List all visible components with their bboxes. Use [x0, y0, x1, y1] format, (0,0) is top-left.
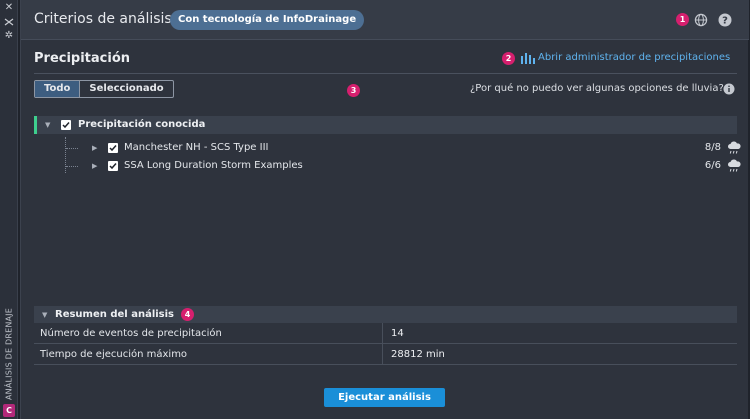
chevron-right-icon[interactable]: ▶ [92, 143, 97, 153]
item-label: Manchester NH - SCS Type III [124, 142, 269, 153]
summary-row: Tiempo de ejecución máximo 28812 min [34, 344, 737, 365]
chevron-down-icon[interactable]: ▼ [45, 120, 50, 130]
why-rain-options-help-text: ¿Por qué no puedo ver algunas opciones d… [470, 83, 724, 94]
tree-group-label: Precipitación conocida [78, 119, 206, 130]
summary-title: Resumen del análisis [55, 309, 175, 320]
settings-icon[interactable]: ✲ [3, 30, 15, 42]
analysis-criteria-panel: Criterios de análisis Con tecnología de … [20, 0, 749, 419]
summary-value: 28812 min [391, 349, 445, 360]
summary-key: Número de eventos de precipitación [40, 328, 222, 339]
section-title: Precipitación [34, 51, 131, 66]
callout-marker-4: 4 [181, 308, 194, 321]
summary-key: Tiempo de ejecución máximo [40, 349, 188, 360]
callout-marker-1: 1 [676, 13, 689, 26]
app-badge[interactable]: C [3, 404, 15, 417]
callout-marker-2: 2 [502, 52, 515, 65]
list-item[interactable]: ▶ Manchester NH - SCS Type III 8/8 [34, 139, 741, 157]
item-count: 6/6 [704, 160, 721, 171]
item-count: 8/8 [704, 142, 721, 153]
list-item[interactable]: ▶ SSA Long Duration Storm Examples 6/6 [34, 157, 741, 175]
info-icon[interactable] [723, 83, 735, 95]
open-precipitation-manager-link[interactable]: Abrir administrador de precipitaciones [538, 52, 730, 63]
svg-text:?: ? [722, 16, 728, 27]
item-checkbox[interactable] [108, 143, 118, 153]
page-title: Criterios de análisis [34, 11, 172, 27]
help-icon[interactable]: ? [718, 13, 732, 27]
callout-marker-3: 3 [347, 84, 360, 97]
panel-header: Criterios de análisis Con tecnología de … [21, 0, 749, 40]
column-divider [382, 344, 383, 365]
rain-cloud-icon [728, 159, 741, 172]
summary-value: 14 [391, 328, 404, 339]
filter-all-button[interactable]: Todo [35, 81, 81, 97]
infodrainage-badge: Con tecnología de InfoDrainage [170, 10, 365, 30]
globe-icon[interactable] [694, 13, 708, 27]
summary-row: Número de eventos de precipitación 14 [34, 323, 737, 344]
filter-selected-button[interactable]: Seleccionado [80, 81, 172, 97]
item-label: SSA Long Duration Storm Examples [124, 160, 303, 171]
chevron-down-icon[interactable]: ▼ [42, 310, 47, 320]
panel-vertical-label[interactable]: ANÁLISIS DE DRENAJE [1, 308, 17, 400]
analysis-summary-header[interactable]: ▼ Resumen del análisis 4 [34, 306, 737, 323]
precipitation-manager-icon[interactable] [521, 52, 535, 64]
collapse-icon[interactable] [3, 16, 15, 28]
rain-cloud-icon [728, 141, 741, 154]
filter-segmented-control: Todo Seleccionado [34, 80, 174, 98]
chevron-right-icon[interactable]: ▶ [92, 161, 97, 171]
column-divider [382, 323, 383, 344]
close-icon[interactable]: ✕ [3, 2, 15, 14]
group-checkbox[interactable] [61, 120, 71, 130]
run-analysis-button[interactable]: Ejecutar análisis [324, 388, 445, 407]
section-divider [34, 73, 737, 74]
item-checkbox[interactable] [108, 161, 118, 171]
tree-group-known-precipitation[interactable]: ▼ Precipitación conocida [34, 116, 737, 134]
side-strip: ✕ ✲ ANÁLISIS DE DRENAJE C [0, 0, 18, 419]
